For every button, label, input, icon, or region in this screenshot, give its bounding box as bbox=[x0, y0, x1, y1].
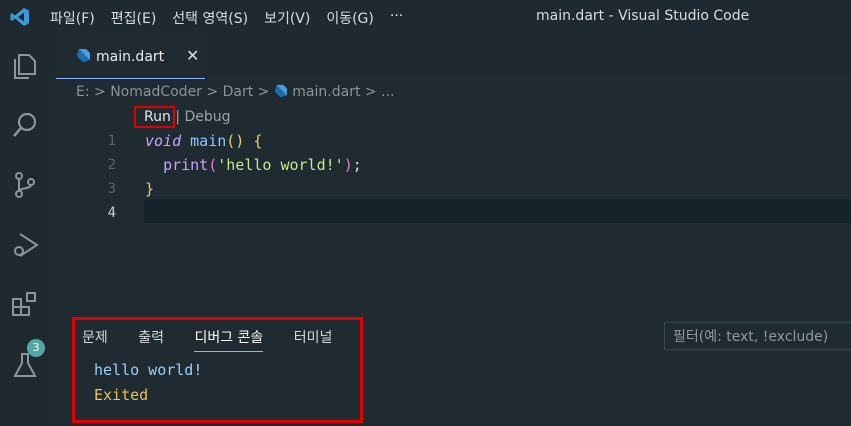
dart-file-icon bbox=[77, 49, 90, 62]
open-brace: { bbox=[253, 132, 263, 150]
breadcrumb-symbols[interactable]: ... bbox=[381, 84, 394, 100]
debug-codelens-link[interactable]: Debug bbox=[184, 109, 230, 125]
chevron-right-icon: > bbox=[364, 84, 382, 100]
tab-label: main.dart bbox=[96, 49, 165, 65]
menu-edit[interactable]: 편집(E) bbox=[111, 8, 157, 28]
code-line-3: } bbox=[145, 177, 362, 201]
menu-file[interactable]: 파일(F) bbox=[50, 8, 95, 28]
code-line-1: void main() { bbox=[145, 129, 362, 153]
breadcrumb-folder-nomadcoder[interactable]: NomadCoder bbox=[110, 84, 202, 100]
function-call-print: print bbox=[163, 156, 209, 174]
tab-main-dart[interactable]: main.dart ✕ bbox=[56, 33, 205, 79]
dart-file-icon bbox=[274, 84, 287, 98]
paren-close: ) bbox=[343, 156, 353, 174]
semicolon: ; bbox=[352, 156, 362, 174]
line-number: 2 bbox=[107, 157, 116, 173]
close-icon[interactable]: ✕ bbox=[186, 46, 199, 65]
breadcrumb-drive[interactable]: E: bbox=[76, 84, 90, 100]
editor-tab-bar: main.dart ✕ bbox=[50, 33, 851, 79]
close-brace: } bbox=[145, 180, 155, 198]
menu-more[interactable]: ··· bbox=[390, 8, 403, 28]
string-literal: 'hello world!' bbox=[217, 156, 344, 174]
menu-bar: 파일(F) 편집(E) 선택 영역(S) 보기(V) 이동(G) ··· bbox=[50, 8, 419, 28]
title-bar: 파일(F) 편집(E) 선택 영역(S) 보기(V) 이동(G) ··· mai… bbox=[0, 0, 851, 33]
explorer-icon[interactable] bbox=[10, 51, 40, 81]
activity-bar: 3 bbox=[0, 33, 50, 426]
breadcrumb-folder-dart[interactable]: Dart bbox=[223, 84, 254, 100]
function-name: main bbox=[190, 132, 227, 150]
run-highlight-box bbox=[134, 106, 175, 128]
code-editor[interactable]: void main() { print('hello world!'); } bbox=[145, 129, 362, 225]
breadcrumb-file[interactable]: main.dart bbox=[292, 84, 360, 100]
keyword-void: void bbox=[145, 132, 182, 150]
line-number: 4 bbox=[107, 205, 116, 221]
line-number-gutter: 1 2 3 4 bbox=[96, 129, 116, 225]
vscode-logo-icon bbox=[10, 8, 29, 26]
run-debug-icon[interactable] bbox=[10, 230, 40, 260]
source-control-icon[interactable] bbox=[10, 170, 40, 200]
chevron-right-icon: > bbox=[257, 84, 274, 100]
chevron-right-icon: > bbox=[206, 84, 223, 100]
menu-selection[interactable]: 선택 영역(S) bbox=[172, 8, 248, 28]
search-icon[interactable] bbox=[10, 110, 40, 140]
testing-icon[interactable] bbox=[10, 350, 40, 380]
menu-go[interactable]: 이동(G) bbox=[326, 8, 374, 28]
code-line-2: print('hello world!'); bbox=[145, 153, 362, 177]
line-number: 1 bbox=[107, 133, 116, 149]
panel-highlight-box bbox=[72, 317, 363, 423]
line-number: 3 bbox=[107, 181, 116, 197]
menu-view[interactable]: 보기(V) bbox=[264, 8, 310, 28]
codelens-separator: | bbox=[175, 109, 181, 125]
breadcrumb: E: > NomadCoder > Dart > main.dart > ... bbox=[76, 84, 394, 100]
chevron-right-icon: > bbox=[94, 84, 111, 100]
window-title: main.dart - Visual Studio Code bbox=[536, 8, 750, 24]
parens: () bbox=[226, 132, 245, 150]
extensions-icon[interactable] bbox=[10, 290, 40, 320]
filter-input[interactable]: 필터(예: text, !exclude) bbox=[664, 322, 851, 350]
paren-open: ( bbox=[208, 156, 218, 174]
